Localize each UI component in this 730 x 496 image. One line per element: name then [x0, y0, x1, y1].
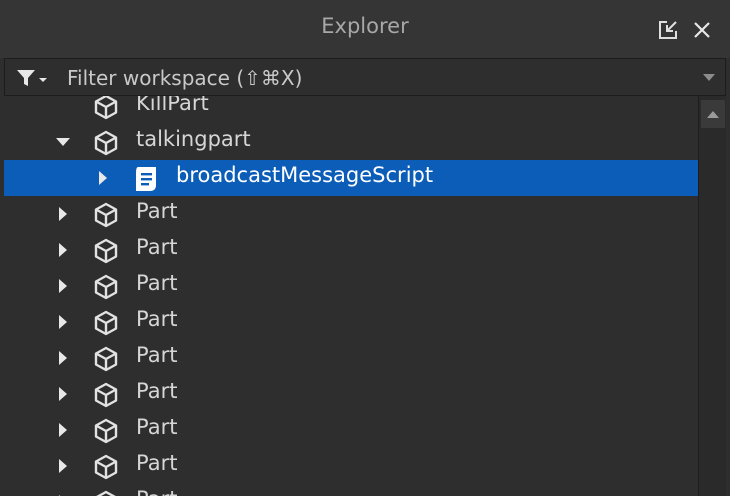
explorer-window: Explorer KillParttalkingpartbro — [0, 0, 730, 496]
explorer-tree: KillPart talkingpart broadcastMessageScrip… — [4, 96, 698, 496]
tree-item-label: Part — [136, 379, 178, 403]
script-icon — [132, 165, 160, 193]
part-icon — [92, 453, 120, 481]
expand-arrow-open-icon[interactable] — [54, 133, 72, 151]
tree-item-label: Part — [136, 451, 178, 475]
tree-item-label: Part — [136, 199, 178, 223]
tree-item[interactable]: Part — [4, 412, 698, 448]
window-title: Explorer — [321, 14, 409, 38]
tree-item[interactable]: talkingpart — [4, 124, 698, 160]
part-icon — [92, 237, 120, 265]
tree-item[interactable]: Part — [4, 232, 698, 268]
chevron-down-icon — [703, 74, 715, 81]
tree-item[interactable]: Part — [4, 268, 698, 304]
tree-item[interactable]: Part — [4, 376, 698, 412]
tree-item[interactable]: Part — [4, 304, 698, 340]
part-icon — [92, 309, 120, 337]
part-icon — [92, 129, 120, 157]
tree-item[interactable]: Part — [4, 196, 698, 232]
tree-item[interactable]: KillPart — [4, 96, 698, 124]
expand-arrow-closed-icon[interactable] — [54, 421, 72, 439]
undock-icon — [659, 21, 677, 39]
filter-icon — [17, 70, 47, 86]
part-icon — [92, 381, 120, 409]
tree-item-label: Part — [136, 307, 178, 331]
tree-item-label: Part — [136, 271, 178, 295]
expand-arrow-closed-icon[interactable] — [54, 241, 72, 259]
part-icon — [92, 489, 120, 496]
tree-item-label: broadcastMessageScript — [176, 163, 434, 187]
part-icon — [92, 201, 120, 229]
tree-item[interactable]: Part — [4, 340, 698, 376]
vertical-scrollbar[interactable] — [698, 96, 726, 496]
expand-arrow-closed-icon[interactable] — [54, 313, 72, 331]
filter-workspace-input[interactable] — [65, 61, 689, 95]
filter-menu-button[interactable] — [15, 67, 55, 89]
filter-bar — [4, 58, 726, 96]
expand-arrow-closed-icon[interactable] — [54, 457, 72, 475]
tree-item-label: talkingpart — [136, 127, 251, 151]
tree-item-label: Part — [136, 235, 178, 259]
expand-arrow-closed-icon[interactable] — [54, 385, 72, 403]
part-icon — [92, 417, 120, 445]
scroll-up-button[interactable] — [701, 100, 725, 128]
undock-button[interactable] — [656, 18, 680, 42]
expand-arrow-closed-icon[interactable] — [54, 205, 72, 223]
tree-item[interactable]: Part — [4, 448, 698, 484]
close-icon — [694, 22, 710, 38]
title-bar: Explorer — [0, 0, 730, 58]
tree-item-label: Part — [136, 415, 178, 439]
tree-item-label: Part — [136, 487, 177, 496]
expand-arrow-closed-icon[interactable] — [54, 277, 72, 295]
filter-dropdown-button[interactable] — [701, 70, 717, 84]
part-icon — [92, 345, 120, 373]
tree-item-label: KillPart — [136, 96, 209, 115]
part-icon — [92, 96, 120, 121]
tree-item-label: Part — [136, 343, 178, 367]
part-icon — [92, 273, 120, 301]
close-button[interactable] — [690, 18, 714, 42]
expand-arrow-closed-icon[interactable] — [94, 169, 112, 187]
expand-arrow-closed-icon[interactable] — [54, 349, 72, 367]
tree-item-selected[interactable]: broadcastMessageScript — [4, 160, 698, 196]
chevron-up-icon — [707, 111, 719, 118]
tree-item[interactable]: Part — [4, 484, 698, 496]
